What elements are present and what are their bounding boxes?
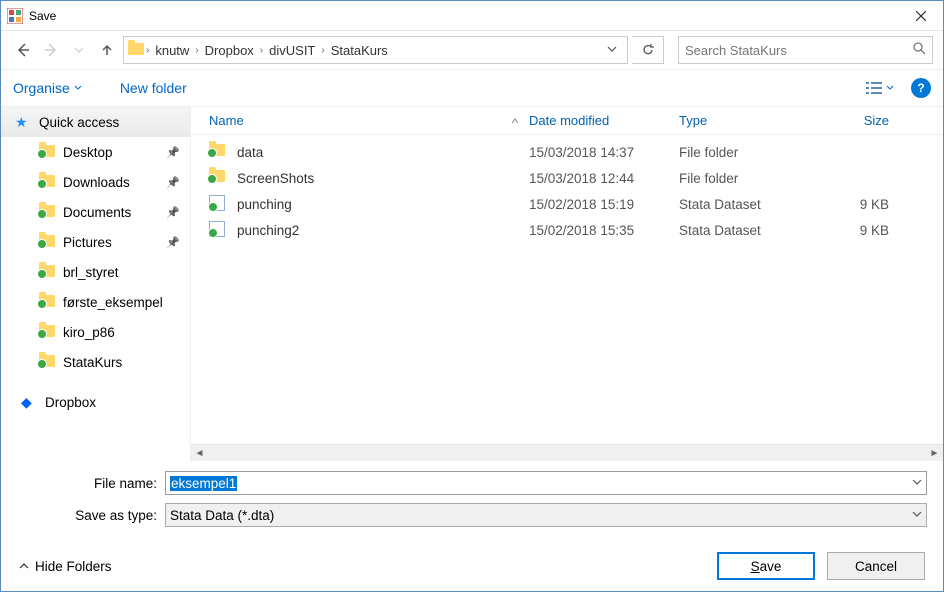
recent-dropdown[interactable] [67,38,91,62]
file-rows[interactable]: data15/03/2018 14:37File folderScreenSho… [191,135,943,444]
chevron-right-icon[interactable]: › [195,45,198,56]
app-icon [7,8,23,24]
folder-icon [39,144,55,160]
breadcrumb[interactable]: divUSIT [265,43,319,58]
folder-icon [209,169,227,187]
sidebar-item[interactable]: første_eksempel [1,287,190,317]
sidebar-item[interactable]: Downloads 📌 [1,167,190,197]
form-area: File name: eksempel1 Save as type: Stata… [1,461,943,541]
breadcrumb[interactable]: Dropbox [201,43,258,58]
chevron-down-icon[interactable] [912,477,922,490]
folder-icon [39,174,55,190]
column-type[interactable]: Type [679,113,819,128]
sidebar-item-label: Pictures [63,235,112,250]
main-area: ★ Quick access Desktop📌Downloads📌Documen… [1,107,943,461]
pin-icon: 📌 [166,236,180,249]
dropbox-icon: ◆ [21,394,37,410]
organise-menu[interactable]: Organise [13,80,82,96]
sidebar-item-label: Desktop [63,145,113,160]
sidebar-quick-access[interactable]: ★ Quick access [1,107,190,137]
sidebar-item-label: første_eksempel [63,295,163,310]
up-button[interactable] [95,38,119,62]
file-row[interactable]: punching15/02/2018 15:19Stata Dataset9 K… [191,191,943,217]
folder-icon [39,324,55,340]
refresh-button[interactable] [632,36,664,64]
filename-label: File name: [17,476,157,491]
search-icon[interactable] [912,41,926,60]
sidebar: ★ Quick access Desktop📌Downloads📌Documen… [1,107,191,461]
saveas-select[interactable]: Stata Data (*.dta) [165,503,927,527]
stata-file-icon [209,221,227,239]
back-button[interactable] [11,38,35,62]
sidebar-item-label: kiro_p86 [63,325,115,340]
stata-file-icon [209,195,227,213]
nav-row: › knutw › Dropbox › divUSIT › StataKurs [1,31,943,69]
column-name[interactable]: Name [209,113,529,128]
folder-icon [39,354,55,370]
new-folder-button[interactable]: New folder [120,80,187,96]
scroll-right-icon[interactable]: ► [926,445,943,462]
sidebar-item[interactable]: Desktop 📌 [1,137,190,167]
hide-folders-button[interactable]: Hide Folders [19,559,112,574]
sort-asc-icon [511,117,519,125]
folder-icon [39,264,55,280]
filename-input[interactable]: eksempel1 [165,471,927,495]
file-list: Name Date modified Type Size data15/03/2… [191,107,943,461]
folder-icon [39,204,55,220]
folder-icon [39,294,55,310]
forward-button[interactable] [39,38,63,62]
pin-icon: 📌 [166,146,180,159]
cancel-button[interactable]: Cancel [827,552,925,580]
sidebar-item-label: Documents [63,205,131,220]
sidebar-item-label: StataKurs [63,355,122,370]
chevron-down-icon[interactable] [912,509,922,522]
breadcrumb[interactable]: knutw [151,43,193,58]
view-options-button[interactable] [861,78,899,98]
column-date[interactable]: Date modified [529,113,679,128]
sidebar-item-label: brl_styret [63,265,119,280]
sidebar-item[interactable]: brl_styret [1,257,190,287]
sidebar-item[interactable]: Documents 📌 [1,197,190,227]
chevron-down-icon [886,84,894,92]
close-button[interactable] [898,1,943,31]
pin-icon: 📌 [166,206,180,219]
save-dialog: Save › knutw › Dropbox › divUSIT › Stata… [0,0,944,592]
breadcrumb[interactable]: StataKurs [327,43,392,58]
location-folder-icon [128,41,144,59]
file-row[interactable]: punching215/02/2018 15:35Stata Dataset9 … [191,217,943,243]
address-bar[interactable]: › knutw › Dropbox › divUSIT › StataKurs [123,36,628,64]
sidebar-item-label: Downloads [63,175,130,190]
address-dropdown[interactable] [601,41,623,59]
file-row[interactable]: ScreenShots15/03/2018 12:44File folder [191,165,943,191]
star-icon: ★ [15,114,31,130]
pin-icon: 📌 [166,176,180,189]
sidebar-dropbox[interactable]: ◆ Dropbox [1,387,190,417]
chevron-down-icon [74,84,82,92]
chevron-up-icon [19,561,29,571]
folder-icon [39,234,55,250]
scroll-left-icon[interactable]: ◄ [191,445,208,462]
sidebar-item[interactable]: kiro_p86 [1,317,190,347]
sidebar-item[interactable]: Pictures 📌 [1,227,190,257]
chevron-right-icon[interactable]: › [321,45,324,56]
column-size[interactable]: Size [819,113,899,128]
help-button[interactable]: ? [911,78,931,98]
search-box[interactable] [678,36,933,64]
bottom-bar: Hide Folders Save Cancel [1,541,943,591]
column-headers: Name Date modified Type Size [191,107,943,135]
sidebar-item[interactable]: StataKurs [1,347,190,377]
toolbar: Organise New folder ? [1,69,943,107]
file-row[interactable]: data15/03/2018 14:37File folder [191,139,943,165]
titlebar: Save [1,1,943,31]
horizontal-scrollbar[interactable]: ◄ ► [191,444,943,461]
folder-icon [209,143,227,161]
saveas-label: Save as type: [17,508,157,523]
window-title: Save [29,9,56,23]
chevron-right-icon[interactable]: › [260,45,263,56]
search-input[interactable] [685,43,912,58]
chevron-right-icon[interactable]: › [146,45,149,56]
save-button[interactable]: Save [717,552,815,580]
